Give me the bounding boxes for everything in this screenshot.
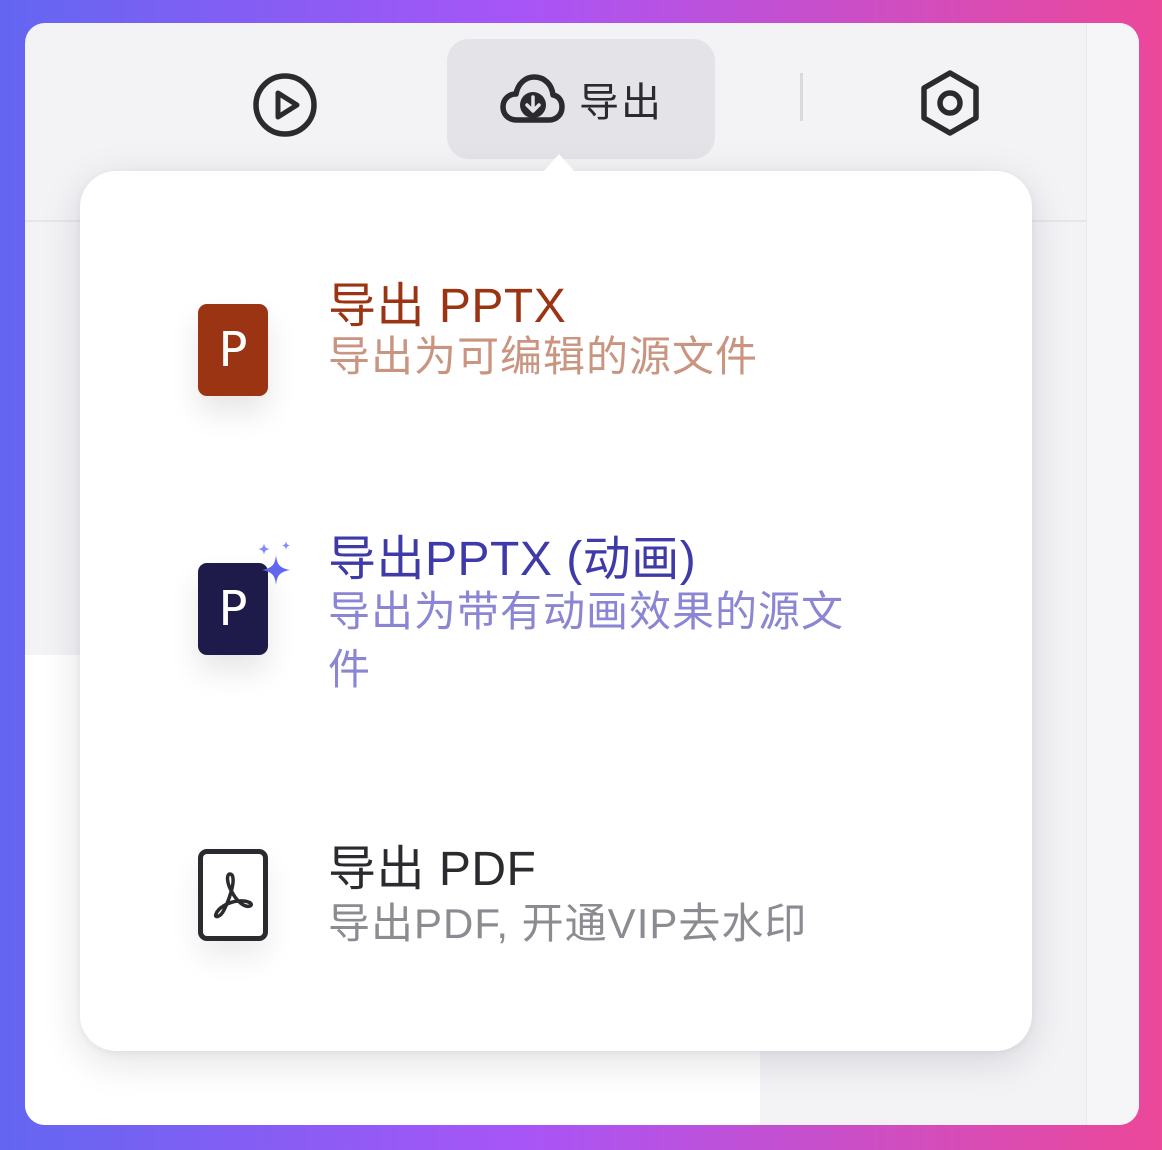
- toolbar-separator: [800, 73, 803, 121]
- sparkle-icon: [258, 541, 290, 585]
- dropdown-caret: [543, 154, 575, 172]
- export-pptx-description: 导出为可编辑的源文件: [328, 333, 759, 380]
- export-pdf-description: 导出PDF, 开通VIP去水印: [328, 900, 808, 947]
- export-pptx-animated-title: 导出PPTX (动画): [328, 533, 697, 586]
- export-pptx-animated-item[interactable]: P 导出PPTX (动画) 导出为带有动画效果的源文件: [80, 519, 1032, 719]
- export-pptx-item[interactable]: P 导出 PPTX 导出为可编辑的源文件: [80, 266, 1032, 416]
- export-button[interactable]: 导出: [447, 39, 715, 159]
- pdf-icon-wrap: [198, 849, 268, 941]
- play-circle-icon: [253, 73, 317, 137]
- export-pdf-item[interactable]: 导出 PDF 导出PDF, 开通VIP去水印: [80, 831, 1032, 981]
- pptx-icon-wrap: P: [198, 304, 268, 396]
- hexagon-settings-icon: [921, 70, 979, 136]
- play-button[interactable]: [245, 65, 325, 145]
- pdf-file-icon: [198, 849, 268, 941]
- cloud-download-icon: [500, 74, 565, 123]
- export-pdf-title: 导出 PDF: [328, 843, 537, 896]
- export-pptx-title: 导出 PPTX: [328, 280, 567, 333]
- settings-button[interactable]: [910, 63, 990, 143]
- export-button-label: 导出: [579, 81, 663, 125]
- acrobat-icon: [213, 872, 253, 919]
- pptx-file-icon: P: [198, 304, 268, 396]
- pptx-animated-icon-wrap: P: [198, 541, 290, 655]
- export-dropdown-menu: P 导出 PPTX 导出为可编辑的源文件 P 导出PPTX (动画) 导出为带有…: [80, 171, 1032, 1051]
- export-pptx-animated-description: 导出为带有动画效果的源文件: [328, 588, 845, 693]
- right-panel-edge: [1086, 23, 1139, 1125]
